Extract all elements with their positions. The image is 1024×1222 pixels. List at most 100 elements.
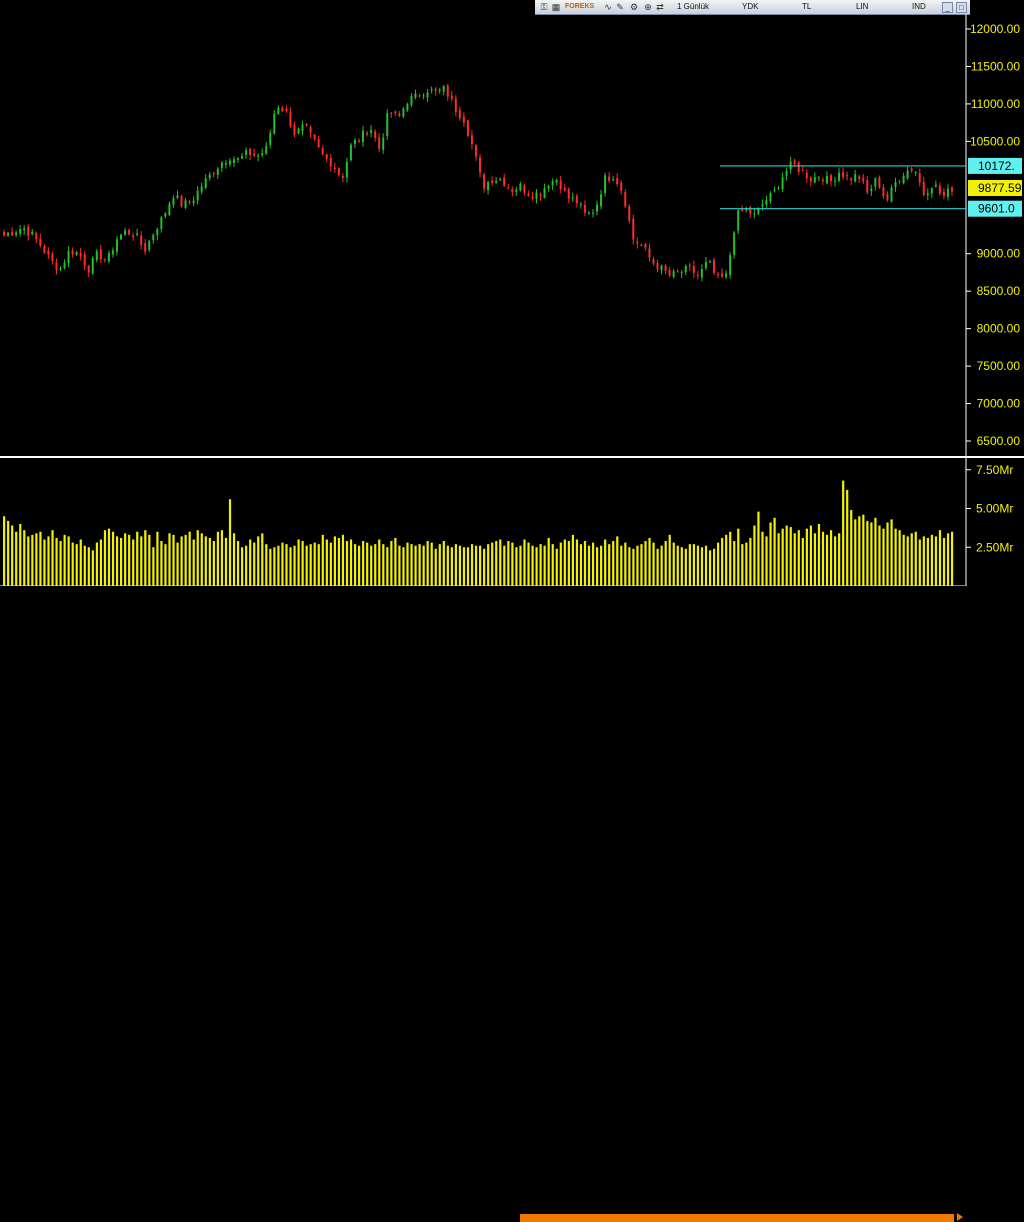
candle-body [236,158,239,160]
volume-bar [604,539,607,586]
candle-body [99,249,102,260]
candle-body [934,184,937,187]
candle-body [75,252,78,255]
volume-bar [866,520,869,586]
candle-body [95,251,98,260]
price-volume-chart[interactable]: 12000.00 11500.00 11000.00 10500.00 9000.00 8… [0,0,1024,616]
candle-body [349,144,352,161]
volume-bar [386,547,389,586]
candle-body [450,95,453,100]
volume-bar [442,541,445,586]
volume-bar [898,530,901,586]
volume-bar [761,531,764,586]
candle-body [725,273,728,278]
candle-body [850,178,853,181]
volume-bar [773,517,776,586]
volume-bar [95,542,98,586]
volume-bar [515,547,518,586]
volume-bar [434,548,437,586]
candle-body [708,261,711,263]
candle-body [717,274,720,276]
volume-bar [499,539,502,586]
candle-body [555,180,558,183]
volume-bar [906,536,909,586]
volume-bar [531,545,534,586]
volume-bar [632,548,635,586]
volume-bar [462,547,466,586]
candle-body [797,161,800,172]
volume-bar [813,533,817,586]
scrollbar-track[interactable] [0,606,1024,1222]
candle-body [547,185,550,189]
candle-body [220,162,223,168]
candle-body [519,183,522,191]
volume-bar [3,516,6,586]
candle-body [394,111,397,114]
volume-bar [878,525,881,586]
volume-bar [567,541,570,586]
volume-bar [390,541,393,586]
volume-bar [378,539,381,586]
candle-body [612,179,615,181]
candle-body [652,259,655,264]
volume-bar [132,539,135,586]
volume-bar [729,531,732,586]
volume-bar [216,531,220,586]
volume-bar [236,541,240,586]
candle-body [277,107,280,114]
candle-body [228,160,231,165]
volume-bar [842,480,845,586]
candle-body [829,175,832,182]
scroll-right-arrow-icon[interactable] [957,1213,963,1221]
volume-bar [305,545,308,586]
candle-body [378,137,381,149]
candle-body [922,181,925,196]
candle-body [329,157,332,167]
volume-bar [591,542,595,586]
candle-body [184,200,187,208]
candle-body [152,234,155,241]
candle-body [466,120,469,136]
volume-bar [317,544,320,586]
volume-bar [717,542,720,586]
volume-bar [341,534,345,586]
candle-body [370,130,373,133]
candle-body [753,213,756,215]
candle-body [591,212,594,214]
volume-bar [410,544,413,586]
volume-y-tick-label: 7.50Mr [976,463,1013,477]
candle-body [103,259,106,261]
volume-bar [479,545,482,586]
candle-body [672,271,675,277]
volume-bar [168,533,171,586]
candle-body [107,253,110,262]
scrollbar-thumb[interactable] [520,1214,954,1222]
candle-body [289,112,292,127]
volume-bar [789,527,792,586]
volume-bar [934,536,938,586]
volume-bar [608,544,611,586]
volume-bar [938,530,942,586]
volume-bar [172,534,175,586]
volume-bar [712,548,716,586]
candle-body [7,232,10,236]
candle-body [543,188,546,198]
candle-body [765,200,768,205]
candle-body [668,270,671,276]
volume-bar [293,545,296,586]
last-price-label: 9877.59 [978,181,1022,195]
volume-bar [232,533,236,586]
volume-bar [454,544,458,586]
candle-body [160,217,163,229]
volume-bar [503,545,506,586]
volume-bar [245,545,248,586]
volume-bar [333,536,336,586]
candle-body [67,250,70,264]
y-tick-label: 7000.00 [977,397,1021,411]
candle-body [523,185,526,193]
candle-body [390,112,393,114]
candle-body [910,168,913,171]
candle-body [866,179,869,193]
candle-body [579,204,582,206]
candle-body [224,162,227,165]
